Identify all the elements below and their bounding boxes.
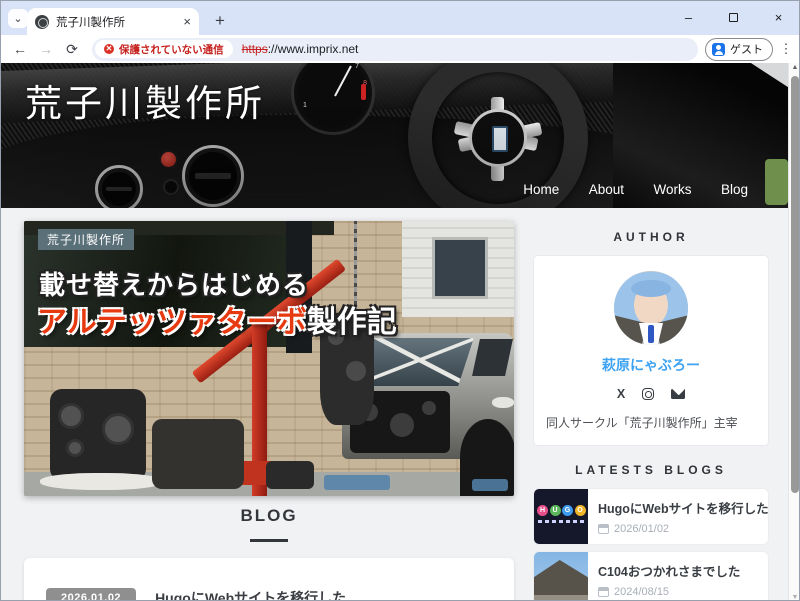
profile-button[interactable]: ゲスト: [705, 38, 773, 61]
nav-home[interactable]: Home: [523, 182, 559, 197]
tab-title: 荒子川製作所: [56, 14, 176, 30]
sidebar-post-title[interactable]: C104おつかれさまでした: [598, 561, 758, 580]
image-badge: 荒子川製作所: [38, 229, 134, 250]
blocked-icon: ✕: [104, 44, 114, 54]
site-favicon-icon: [35, 15, 49, 29]
calendar-icon: [598, 524, 609, 534]
tab-search-button[interactable]: ⌄: [8, 9, 28, 28]
url-text: https://www.imprix.net: [242, 42, 359, 56]
url-rest: ://www.imprix.net: [268, 42, 359, 56]
guest-avatar-icon: [712, 43, 725, 56]
site-header-image: 1 7 8 荒子川製作所 Home About Works: [1, 63, 788, 208]
site-title: 荒子川製作所: [25, 73, 265, 127]
author-card: 萩原にゃぶろー X 同人サークル「荒子川製作所」主宰: [533, 255, 769, 446]
browser-menu-button[interactable]: ⋮: [777, 41, 795, 57]
browser-tab[interactable]: 荒子川製作所 ×: [27, 8, 199, 35]
scrollbar-thumb[interactable]: [791, 76, 799, 493]
profile-label: ゲスト: [730, 41, 763, 57]
address-bar[interactable]: ✕ 保護されていない通信 https://www.imprix.net: [92, 38, 698, 61]
blue-tarp: [472, 479, 508, 491]
scroll-down-icon[interactable]: ▼: [789, 594, 800, 601]
author-heading: AUTHOR: [533, 230, 769, 244]
post-date-badge: 2026.01.02: [46, 588, 136, 601]
author-byline: 同人サークル「荒子川製作所」主宰: [546, 414, 756, 431]
sidebar-post[interactable]: H U G O HugoにWebサイトを移行した 2026/01/02: [533, 488, 769, 545]
hugo-thumbnail: H U G O: [534, 489, 588, 544]
maximize-icon: [729, 13, 738, 22]
image-caption-line2: アルテッツァターボ製作記: [37, 297, 397, 341]
browser-window: ⌄ 荒子川製作所 × + – × ← → ⟳ ✕ 保護されていない通信 http…: [0, 0, 800, 601]
sidebar-post-date: 2026/01/02: [614, 523, 669, 535]
sidebar: AUTHOR 萩原にゃぶろー X 同人サークル「荒子川製作所」主宰 LATEST…: [533, 221, 769, 601]
sidebar-post[interactable]: C104おつかれさまでした 2024/08/15: [533, 551, 769, 601]
close-button[interactable]: ×: [756, 1, 800, 33]
blog-list-item[interactable]: 2026.01.02 HugoにWebサイトを移行した: [24, 558, 514, 601]
security-warning-chip[interactable]: ✕ 保護されていない通信: [95, 40, 233, 58]
url-scheme: https: [242, 42, 268, 56]
transmission: [152, 419, 244, 489]
sidebar-post-date: 2024/08/15: [614, 586, 669, 598]
window-controls: – ×: [666, 1, 800, 33]
house-window: [432, 237, 488, 299]
chevron-down-icon: ⌄: [13, 12, 22, 25]
browser-titlebar: ⌄ 荒子川製作所 × + – ×: [1, 1, 800, 35]
close-icon: ×: [775, 10, 783, 25]
nav-about[interactable]: About: [589, 182, 624, 197]
nav-blog[interactable]: Blog: [721, 182, 748, 197]
car-headlight: [492, 397, 514, 408]
minimize-button[interactable]: –: [666, 1, 711, 33]
author-avatar: [614, 271, 688, 345]
forward-button[interactable]: →: [33, 41, 59, 57]
author-name-link[interactable]: 萩原にゃぶろー: [546, 355, 756, 375]
c104-thumbnail: [534, 552, 588, 601]
caption-accent: アルテッツァターボ: [37, 306, 307, 339]
maximize-button[interactable]: [711, 1, 756, 33]
tab-close-icon[interactable]: ×: [183, 14, 191, 29]
ground-cloth: [40, 473, 162, 490]
sidebar-post-title[interactable]: HugoにWebサイトを移行した: [598, 498, 769, 517]
post-title-link[interactable]: HugoにWebサイトを移行した: [155, 588, 346, 601]
main-column: 荒子川製作所 載せ替えからはじめる アルテッツァターボ製作記 BLOG 2026…: [24, 221, 514, 601]
plus-icon: +: [215, 11, 225, 31]
minimize-icon: –: [685, 10, 692, 25]
scroll-up-icon[interactable]: ▲: [789, 64, 800, 71]
scrollbar[interactable]: ▲ ▼: [788, 63, 800, 601]
reload-icon: ⟳: [66, 41, 78, 57]
social-links: X: [546, 387, 756, 401]
page-content: 荒子川製作所 載せ替えからはじめる アルテッツァターボ製作記 BLOG 2026…: [1, 208, 788, 601]
mail-icon[interactable]: [671, 389, 685, 399]
calendar-icon: [598, 587, 609, 597]
back-icon: ←: [13, 41, 27, 57]
featured-post-image[interactable]: 荒子川製作所 載せ替えからはじめる アルテッツァターボ製作記: [24, 221, 514, 496]
caption-rest: 製作記: [307, 306, 397, 339]
kebab-icon: ⋮: [780, 41, 793, 56]
page-viewport: 1 7 8 荒子川製作所 Home About Works: [1, 63, 800, 601]
latest-blogs-heading: LATESTS BLOGS: [533, 463, 769, 477]
engine-part: [266, 461, 314, 489]
x-icon[interactable]: X: [617, 388, 625, 401]
browser-toolbar: ← → ⟳ ✕ 保護されていない通信 https://www.imprix.ne…: [1, 35, 800, 63]
instagram-icon[interactable]: [642, 388, 654, 400]
reload-button[interactable]: ⟳: [59, 41, 85, 58]
heading-divider: [250, 539, 288, 542]
engine-on-ground: [50, 389, 146, 481]
nav-works[interactable]: Works: [654, 182, 692, 197]
site-nav: Home About Works Blog: [498, 181, 748, 199]
new-tab-button[interactable]: +: [207, 8, 233, 34]
back-button[interactable]: ←: [7, 41, 33, 57]
blue-tarp: [324, 475, 390, 490]
security-warning-label: 保護されていない通信: [119, 42, 224, 57]
blog-section-heading: BLOG: [24, 506, 514, 526]
forward-icon: →: [39, 41, 53, 57]
